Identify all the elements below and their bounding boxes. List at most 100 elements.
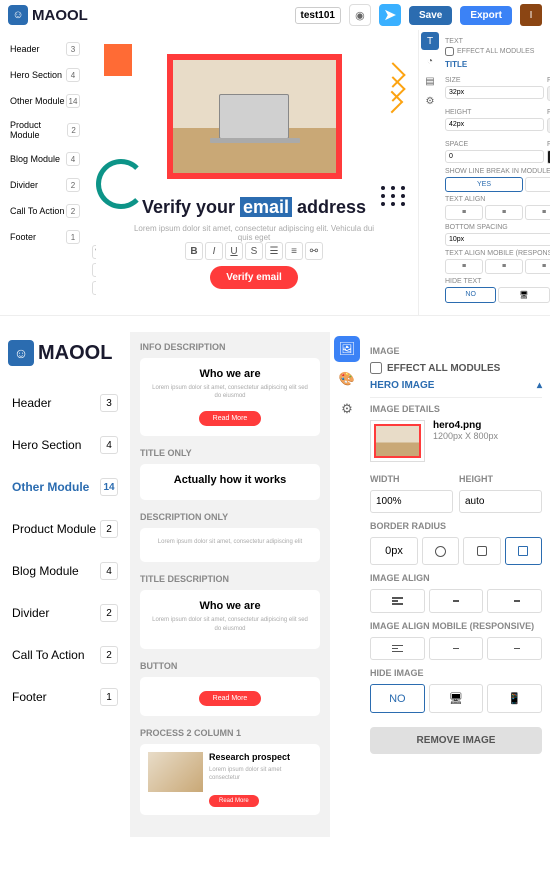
- underline-icon[interactable]: U: [225, 242, 243, 260]
- mod-info-desc[interactable]: Who we areLorem ipsum dolor sit amet, co…: [140, 358, 320, 436]
- mod-desc-only[interactable]: Lorem ipsum dolor sit amet, consectetur …: [140, 528, 320, 562]
- br-square[interactable]: [505, 537, 542, 565]
- hide-no-btn[interactable]: NO: [370, 684, 425, 713]
- italic-icon[interactable]: I: [205, 242, 223, 260]
- collapse-icon: ▴: [537, 380, 542, 391]
- link-icon[interactable]: ⚯: [305, 242, 323, 260]
- b-logo: ☺MAOOL: [8, 340, 122, 366]
- b-item-footer[interactable]: Footer1: [8, 676, 122, 718]
- malign-center[interactable]: ≡: [485, 259, 523, 274]
- sidebar-item-other[interactable]: Other Module14: [6, 88, 84, 114]
- remove-image-button[interactable]: REMOVE IMAGE: [370, 727, 542, 754]
- hero-title[interactable]: Verify your email address: [106, 197, 402, 218]
- palette-tab-icon[interactable]: 🎨: [334, 366, 360, 392]
- verify-button[interactable]: Verify email: [210, 266, 298, 289]
- properties-panel: T ◔ ▤ ⚙ TEXT EFFECT ALL MODULES TITLE▴ S…: [418, 30, 550, 315]
- layout-tab-icon[interactable]: ▤: [421, 72, 439, 90]
- align-center[interactable]: ≡: [485, 205, 523, 220]
- image-thumbnail[interactable]: [370, 420, 425, 462]
- mialign-center[interactable]: [429, 637, 484, 661]
- b-item-product[interactable]: Product Module2: [8, 508, 122, 550]
- br-value[interactable]: 0px: [370, 537, 418, 565]
- settings-tab-icon[interactable]: ⚙: [421, 92, 439, 110]
- sidebar-item-divider[interactable]: Divider2: [6, 172, 84, 198]
- hero-module[interactable]: Verify your email address Lorem ipsum do…: [96, 36, 412, 309]
- export-button[interactable]: Export: [460, 6, 512, 25]
- hide-desktop[interactable]: 🖥: [498, 287, 549, 303]
- text-label: TEXT: [445, 38, 550, 45]
- canvas[interactable]: 🗑 ⧉ ✥ Verify your email address Lorem ip…: [90, 30, 418, 315]
- hide-desktop-btn[interactable]: 🖥: [429, 684, 484, 713]
- title-section[interactable]: TITLE▴: [445, 60, 550, 69]
- mialign-right[interactable]: [487, 637, 542, 661]
- bold-icon[interactable]: B: [185, 242, 203, 260]
- break-no[interactable]: NO: [525, 177, 550, 192]
- b-item-hero[interactable]: Hero Section4: [8, 424, 122, 466]
- mod-title-desc[interactable]: Who we areLorem ipsum dolor sit amet, co…: [140, 590, 320, 649]
- align-left[interactable]: ≡: [445, 205, 483, 220]
- module-sidebar: Header3 Hero Section4 Other Module14 Pro…: [0, 30, 90, 315]
- sidebar-item-product[interactable]: Product Module2: [6, 114, 84, 146]
- mod-button[interactable]: Read More: [140, 677, 320, 716]
- b-item-blog[interactable]: Blog Module4: [8, 550, 122, 592]
- hide-mobile-btn[interactable]: 📱: [487, 684, 542, 713]
- avatar[interactable]: I: [520, 4, 542, 26]
- readmore-button-3[interactable]: Read More: [209, 795, 259, 807]
- decoration-square: [104, 44, 132, 76]
- align-right[interactable]: ≡: [525, 205, 550, 220]
- image-tab-icon[interactable]: 🖼: [334, 336, 360, 362]
- ialign-center[interactable]: [429, 589, 484, 613]
- b-effect-checkbox[interactable]: EFFECT ALL MODULES: [370, 362, 542, 374]
- decoration-circle: [96, 159, 146, 209]
- readmore-button-2[interactable]: Read More: [199, 691, 262, 706]
- mod-title-only[interactable]: Actually how it works: [140, 464, 320, 500]
- b-item-cta[interactable]: Call To Action2: [8, 634, 122, 676]
- ialign-left[interactable]: [370, 589, 425, 613]
- break-yes[interactable]: YES: [445, 177, 523, 192]
- b-canvas: INFO DESCRIPTION Who we areLorem ipsum d…: [130, 332, 330, 837]
- strike-icon[interactable]: S: [245, 242, 263, 260]
- send-icon[interactable]: ➤: [379, 4, 401, 26]
- hide-no[interactable]: NO: [445, 287, 496, 303]
- save-button[interactable]: Save: [409, 6, 452, 25]
- size-input[interactable]: [445, 86, 544, 99]
- ialign-right[interactable]: [487, 589, 542, 613]
- ol-icon[interactable]: ≡: [285, 242, 303, 260]
- readmore-button[interactable]: Read More: [199, 411, 262, 426]
- sidebar-item-header[interactable]: Header3: [6, 36, 84, 62]
- text-toolbar: B I U S ☰ ≡ ⚯: [106, 242, 402, 260]
- width-input[interactable]: [370, 490, 453, 513]
- height-input[interactable]: [445, 118, 544, 131]
- malign-left[interactable]: ≡: [445, 259, 483, 274]
- br-rounded[interactable]: [463, 537, 500, 565]
- sidebar-item-blog[interactable]: Blog Module4: [6, 146, 84, 172]
- b-item-header[interactable]: Header3: [8, 382, 122, 424]
- ul-icon[interactable]: ☰: [265, 242, 283, 260]
- text-tab-icon[interactable]: T: [421, 32, 439, 50]
- button-tab-icon[interactable]: ◔: [421, 52, 439, 70]
- gear-tab-icon[interactable]: ⚙: [334, 396, 360, 422]
- hero-description[interactable]: Lorem ipsum dolor sit amet, consectetur …: [106, 224, 402, 242]
- malign-right[interactable]: ≡: [525, 259, 550, 274]
- image-filename: hero4.png: [433, 420, 498, 431]
- br-circle[interactable]: [422, 537, 459, 565]
- space-input[interactable]: [445, 150, 544, 163]
- mialign-left[interactable]: [370, 637, 425, 661]
- decoration-chevrons: [384, 66, 412, 116]
- image-dimensions: 1200px X 800px: [433, 431, 498, 441]
- sidebar-item-cta[interactable]: Call To Action2: [6, 198, 84, 224]
- hero-image[interactable]: [167, 54, 342, 179]
- hero-image-section[interactable]: HERO IMAGE▴: [370, 374, 542, 398]
- preview-icon[interactable]: ◉: [349, 4, 371, 26]
- b-item-other[interactable]: Other Module14: [8, 466, 122, 508]
- b-item-divider[interactable]: Divider2: [8, 592, 122, 634]
- height-input[interactable]: [459, 490, 542, 513]
- sidebar-item-footer[interactable]: Footer1: [6, 224, 84, 250]
- b-sidebar: ☺MAOOL Header3 Hero Section4 Other Modul…: [0, 332, 130, 837]
- mod-process[interactable]: Research prospectLorem ipsum dolor sit a…: [140, 744, 320, 815]
- effect-all-checkbox[interactable]: EFFECT ALL MODULES: [445, 47, 550, 56]
- sidebar-item-hero[interactable]: Hero Section4: [6, 62, 84, 88]
- bottom-spacing-input[interactable]: [445, 233, 550, 246]
- logo: ☺MAOOL: [8, 5, 88, 25]
- b-properties-panel: 🖼 🎨 ⚙ IMAGE EFFECT ALL MODULES HERO IMAG…: [330, 332, 550, 837]
